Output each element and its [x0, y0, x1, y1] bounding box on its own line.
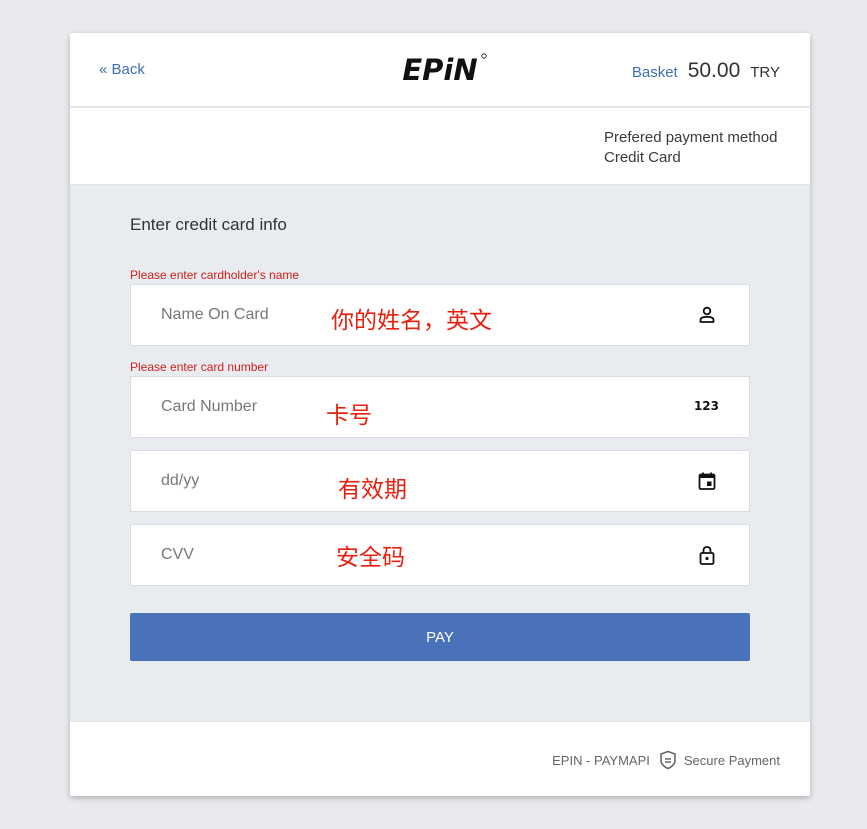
secure-payment-label: Secure Payment	[683, 752, 780, 768]
basket-link[interactable]: Basket	[632, 64, 678, 81]
payment-method-title: Prefered payment method	[604, 129, 778, 146]
number-field-wrapper: 卡号 123	[130, 376, 750, 438]
header: « Back EPiN Basket 50.00 TRY	[70, 33, 810, 108]
payment-method-value: Credit Card	[604, 149, 681, 166]
cvv-field-wrapper: 安全码	[130, 524, 750, 586]
form-title: Enter credit card info	[130, 215, 287, 234]
payment-method-section: Prefered payment method Credit Card	[70, 108, 810, 185]
provider-label: EPIN - PAYMAPI	[552, 752, 650, 768]
expiry-field-wrapper: 有效期	[130, 450, 750, 512]
secure-payment-info: EPIN - PAYMAPI Secure Payment	[552, 750, 780, 770]
footer: EPIN - PAYMAPI Secure Payment	[70, 721, 810, 797]
calendar-icon	[698, 472, 716, 490]
expiry-input[interactable]	[131, 451, 749, 511]
payment-card: « Back EPiN Basket 50.00 TRY Prefered pa…	[70, 33, 810, 796]
card-number-input[interactable]	[131, 377, 749, 437]
basket-currency: TRY	[750, 64, 780, 81]
epin-logo: EPiN	[402, 53, 487, 86]
logo-text: EPiN	[402, 53, 477, 86]
person-icon	[699, 306, 715, 323]
name-error: Please enter cardholder's name	[130, 268, 300, 282]
back-link[interactable]: « Back	[99, 61, 145, 78]
card-form: Enter credit card info Please enter card…	[70, 185, 810, 721]
cvv-input[interactable]	[131, 525, 749, 585]
payment-method-info: Prefered payment method Credit Card	[604, 128, 777, 168]
lock-icon	[699, 546, 715, 565]
numbers-icon: 123	[693, 399, 719, 413]
basket-summary: Basket 50.00 TRY	[632, 59, 780, 83]
pay-button[interactable]: PAY	[130, 613, 750, 661]
name-on-card-input[interactable]	[131, 285, 749, 345]
number-error: Please enter card number	[130, 360, 269, 374]
shield-icon	[660, 750, 676, 770]
name-field-wrapper: 你的姓名，英文	[130, 284, 750, 346]
basket-amount: 50.00	[687, 59, 741, 82]
